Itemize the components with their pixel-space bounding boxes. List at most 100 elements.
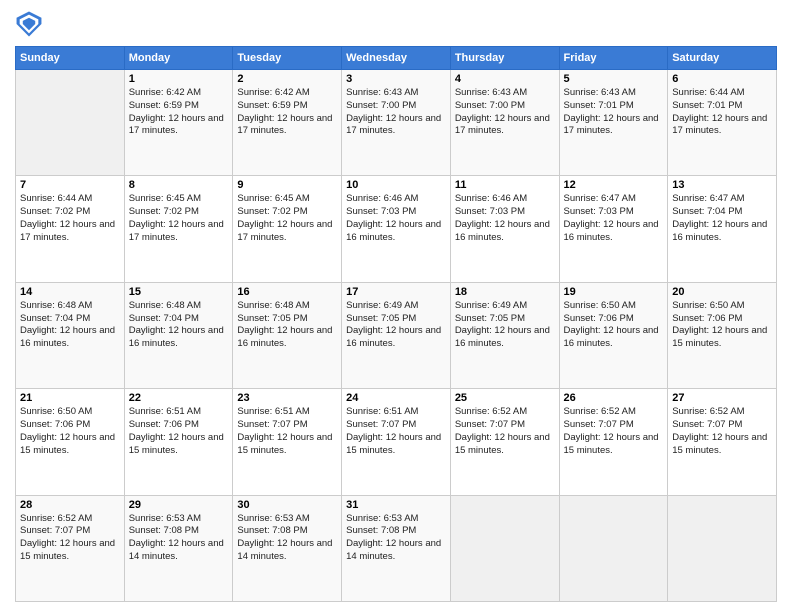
day-cell <box>668 495 777 601</box>
day-info: Sunrise: 6:53 AMSunset: 7:08 PMDaylight:… <box>129 513 229 564</box>
day-info: Sunrise: 6:52 AMSunset: 7:07 PMDaylight:… <box>455 406 555 457</box>
day-info: Sunrise: 6:48 AMSunset: 7:04 PMDaylight:… <box>129 300 229 351</box>
day-cell: 19 Sunrise: 6:50 AMSunset: 7:06 PMDayligh… <box>559 282 668 388</box>
day-cell: 10 Sunrise: 6:46 AMSunset: 7:03 PMDayligh… <box>342 176 451 282</box>
day-number: 21 <box>20 392 120 404</box>
day-cell: 27 Sunrise: 6:52 AMSunset: 7:07 PMDayligh… <box>668 389 777 495</box>
day-info: Sunrise: 6:43 AMSunset: 7:01 PMDaylight:… <box>564 87 664 138</box>
day-number: 31 <box>346 499 446 511</box>
day-info: Sunrise: 6:45 AMSunset: 7:02 PMDaylight:… <box>129 193 229 244</box>
weekday-header-row: SundayMondayTuesdayWednesdayThursdayFrid… <box>16 47 777 70</box>
day-number: 11 <box>455 179 555 191</box>
week-row-5: 28Sunrise: 6:52 AMSunset: 7:07 PMDayligh… <box>16 495 777 601</box>
weekday-wednesday: Wednesday <box>342 47 451 70</box>
day-cell <box>16 70 125 176</box>
week-row-3: 14 Sunrise: 6:48 AMSunset: 7:04 PMDayligh… <box>16 282 777 388</box>
day-number: 10 <box>346 179 446 191</box>
day-info: Sunrise: 6:46 AMSunset: 7:03 PMDaylight:… <box>346 193 446 244</box>
weekday-sunday: Sunday <box>16 47 125 70</box>
day-info: Sunrise: 6:47 AMSunset: 7:03 PMDaylight:… <box>564 193 664 244</box>
day-cell <box>559 495 668 601</box>
day-number: 4 <box>455 73 555 85</box>
day-cell: 31 Sunrise: 6:53 AMSunset: 7:08 PMDayligh… <box>342 495 451 601</box>
day-info: Sunrise: 6:53 AMSunset: 7:08 PMDaylight:… <box>346 513 446 564</box>
day-number: 17 <box>346 286 446 298</box>
day-number: 12 <box>564 179 664 191</box>
day-number: 23 <box>237 392 337 404</box>
weekday-saturday: Saturday <box>668 47 777 70</box>
day-info: Sunrise: 6:42 AMSunset: 6:59 PMDaylight:… <box>129 87 229 138</box>
day-cell: 13 Sunrise: 6:47 AMSunset: 7:04 PMDayligh… <box>668 176 777 282</box>
day-cell: 8 Sunrise: 6:45 AMSunset: 7:02 PMDaylight… <box>124 176 233 282</box>
logo-icon <box>15 10 43 38</box>
day-cell: 23 Sunrise: 6:51 AMSunset: 7:07 PMDayligh… <box>233 389 342 495</box>
day-number: 22 <box>129 392 229 404</box>
day-cell: 6 Sunrise: 6:44 AMSunset: 7:01 PMDaylight… <box>668 70 777 176</box>
day-info: Sunrise: 6:51 AMSunset: 7:07 PMDaylight:… <box>346 406 446 457</box>
day-info: Sunrise: 6:43 AMSunset: 7:00 PMDaylight:… <box>455 87 555 138</box>
day-cell: 7 Sunrise: 6:44 AMSunset: 7:02 PMDaylight… <box>16 176 125 282</box>
day-number: 13 <box>672 179 772 191</box>
day-number: 19 <box>564 286 664 298</box>
day-info: Sunrise: 6:53 AMSunset: 7:08 PMDaylight:… <box>237 513 337 564</box>
day-info: Sunrise: 6:45 AMSunset: 7:02 PMDaylight:… <box>237 193 337 244</box>
weekday-monday: Monday <box>124 47 233 70</box>
day-info: Sunrise: 6:42 AMSunset: 6:59 PMDaylight:… <box>237 87 337 138</box>
day-number: 7 <box>20 179 120 191</box>
week-row-1: 1Sunrise: 6:42 AMSunset: 6:59 PMDaylight… <box>16 70 777 176</box>
day-number: 18 <box>455 286 555 298</box>
day-info: Sunrise: 6:51 AMSunset: 7:07 PMDaylight:… <box>237 406 337 457</box>
day-info: Sunrise: 6:44 AMSunset: 7:02 PMDaylight:… <box>20 193 120 244</box>
day-number: 6 <box>672 73 772 85</box>
week-row-4: 21 Sunrise: 6:50 AMSunset: 7:06 PMDayligh… <box>16 389 777 495</box>
day-cell: 25Sunrise: 6:52 AMSunset: 7:07 PMDayligh… <box>450 389 559 495</box>
weekday-friday: Friday <box>559 47 668 70</box>
weekday-tuesday: Tuesday <box>233 47 342 70</box>
day-cell: 14 Sunrise: 6:48 AMSunset: 7:04 PMDayligh… <box>16 282 125 388</box>
day-number: 3 <box>346 73 446 85</box>
day-cell: 4 Sunrise: 6:43 AMSunset: 7:00 PMDaylight… <box>450 70 559 176</box>
day-number: 27 <box>672 392 772 404</box>
day-info: Sunrise: 6:52 AMSunset: 7:07 PMDaylight:… <box>564 406 664 457</box>
day-cell: 15 Sunrise: 6:48 AMSunset: 7:04 PMDayligh… <box>124 282 233 388</box>
logo <box>15 10 47 38</box>
day-number: 28 <box>20 499 120 511</box>
day-info: Sunrise: 6:50 AMSunset: 7:06 PMDaylight:… <box>564 300 664 351</box>
day-number: 30 <box>237 499 337 511</box>
day-cell: 3Sunrise: 6:43 AMSunset: 7:00 PMDaylight… <box>342 70 451 176</box>
day-cell: 11 Sunrise: 6:46 AMSunset: 7:03 PMDayligh… <box>450 176 559 282</box>
day-number: 2 <box>237 73 337 85</box>
day-number: 29 <box>129 499 229 511</box>
weekday-thursday: Thursday <box>450 47 559 70</box>
day-cell <box>450 495 559 601</box>
day-cell: 5 Sunrise: 6:43 AMSunset: 7:01 PMDaylight… <box>559 70 668 176</box>
day-cell: 26 Sunrise: 6:52 AMSunset: 7:07 PMDayligh… <box>559 389 668 495</box>
day-info: Sunrise: 6:44 AMSunset: 7:01 PMDaylight:… <box>672 87 772 138</box>
day-cell: 2 Sunrise: 6:42 AMSunset: 6:59 PMDaylight… <box>233 70 342 176</box>
day-number: 5 <box>564 73 664 85</box>
day-cell: 17 Sunrise: 6:49 AMSunset: 7:05 PMDayligh… <box>342 282 451 388</box>
day-info: Sunrise: 6:46 AMSunset: 7:03 PMDaylight:… <box>455 193 555 244</box>
day-info: Sunrise: 6:47 AMSunset: 7:04 PMDaylight:… <box>672 193 772 244</box>
day-cell: 30 Sunrise: 6:53 AMSunset: 7:08 PMDayligh… <box>233 495 342 601</box>
day-info: Sunrise: 6:48 AMSunset: 7:04 PMDaylight:… <box>20 300 120 351</box>
day-number: 14 <box>20 286 120 298</box>
day-cell: 21 Sunrise: 6:50 AMSunset: 7:06 PMDayligh… <box>16 389 125 495</box>
day-number: 15 <box>129 286 229 298</box>
day-number: 26 <box>564 392 664 404</box>
day-info: Sunrise: 6:50 AMSunset: 7:06 PMDaylight:… <box>20 406 120 457</box>
day-number: 16 <box>237 286 337 298</box>
day-number: 8 <box>129 179 229 191</box>
day-cell: 9Sunrise: 6:45 AMSunset: 7:02 PMDaylight… <box>233 176 342 282</box>
calendar-table: SundayMondayTuesdayWednesdayThursdayFrid… <box>15 46 777 602</box>
day-cell: 20Sunrise: 6:50 AMSunset: 7:06 PMDayligh… <box>668 282 777 388</box>
day-info: Sunrise: 6:48 AMSunset: 7:05 PMDaylight:… <box>237 300 337 351</box>
day-number: 20 <box>672 286 772 298</box>
day-cell: 28Sunrise: 6:52 AMSunset: 7:07 PMDayligh… <box>16 495 125 601</box>
day-info: Sunrise: 6:49 AMSunset: 7:05 PMDaylight:… <box>346 300 446 351</box>
day-cell: 1Sunrise: 6:42 AMSunset: 6:59 PMDaylight… <box>124 70 233 176</box>
day-info: Sunrise: 6:52 AMSunset: 7:07 PMDaylight:… <box>672 406 772 457</box>
day-cell: 16 Sunrise: 6:48 AMSunset: 7:05 PMDayligh… <box>233 282 342 388</box>
week-row-2: 7 Sunrise: 6:44 AMSunset: 7:02 PMDaylight… <box>16 176 777 282</box>
day-info: Sunrise: 6:49 AMSunset: 7:05 PMDaylight:… <box>455 300 555 351</box>
